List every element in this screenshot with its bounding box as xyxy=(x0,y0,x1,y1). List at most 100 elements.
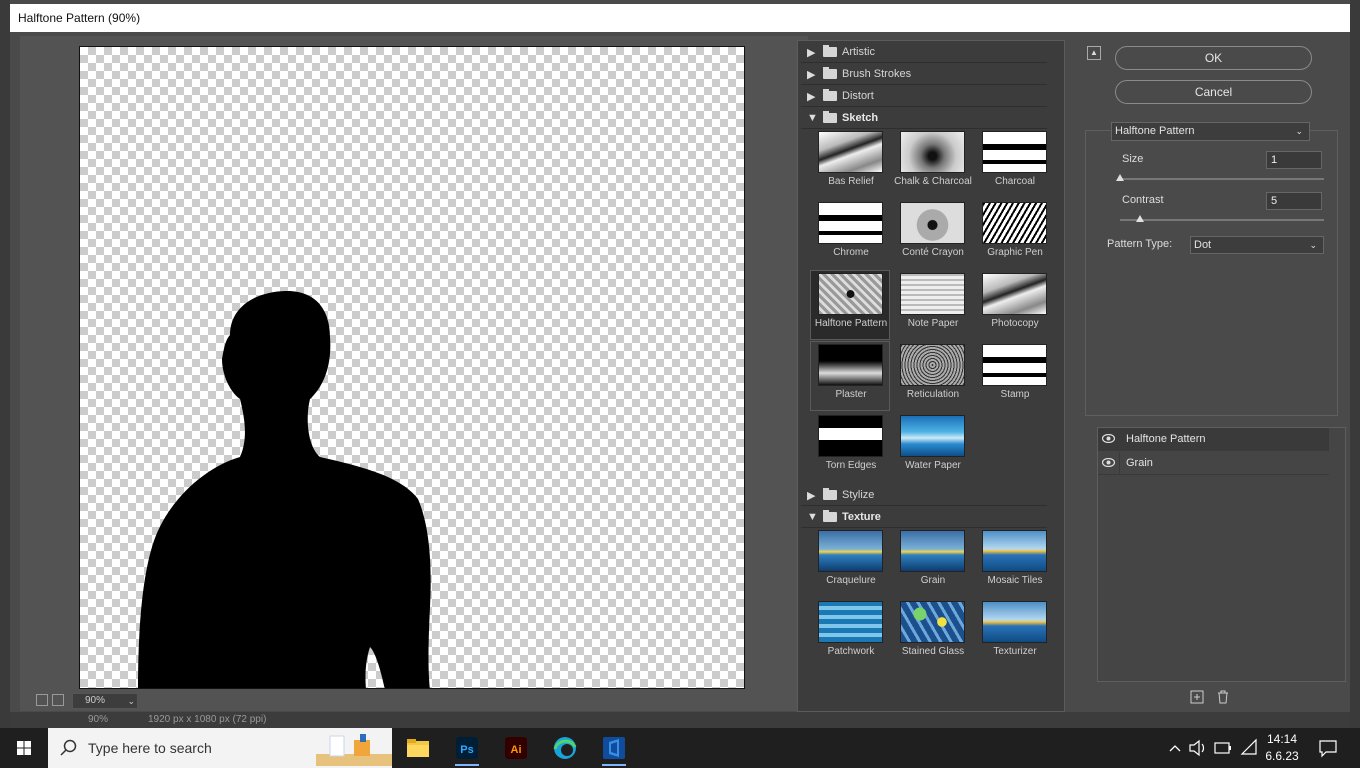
filter-bas-relief[interactable]: Bas Relief xyxy=(811,129,891,199)
zoom-select[interactable]: 90% ⌄ xyxy=(72,693,138,709)
filter-caption: Texturizer xyxy=(993,646,1037,657)
filter-thumbnail xyxy=(982,273,1047,315)
filter-thumbnail xyxy=(982,530,1047,572)
windows-start-button[interactable] xyxy=(0,728,48,768)
filter-thumbnail xyxy=(900,131,965,173)
svg-text:Ai: Ai xyxy=(511,744,522,756)
filter-thumbnail xyxy=(818,601,883,643)
filter-stained-glass[interactable]: Stained Glass xyxy=(893,599,973,669)
filter-craquelure[interactable]: Craquelure xyxy=(811,528,891,598)
category-brush-strokes[interactable]: ▶ Brush Strokes xyxy=(801,64,1047,85)
filter-caption: Reticulation xyxy=(906,389,960,400)
filter-mosaic-tiles[interactable]: Mosaic Tiles xyxy=(975,528,1055,598)
effect-layer-name: Grain xyxy=(1126,457,1153,469)
filter-caption: Grain xyxy=(920,575,946,586)
filter-photocopy[interactable]: Photocopy xyxy=(975,271,1055,341)
filter-caption: Patchwork xyxy=(827,646,875,657)
size-input[interactable]: 1 xyxy=(1266,151,1322,169)
collapse-gallery-button[interactable]: ▲ xyxy=(1087,46,1101,60)
filter-caption: Stained Glass xyxy=(901,646,965,657)
svg-text:Ps: Ps xyxy=(460,744,473,756)
category-artistic[interactable]: ▶ Artistic xyxy=(801,42,1047,63)
edge-browser-icon[interactable] xyxy=(545,732,585,764)
blue-app-icon[interactable] xyxy=(594,732,634,766)
category-sketch[interactable]: ▼ Sketch xyxy=(801,108,1047,129)
filter-conte-crayon[interactable]: Conté Crayon xyxy=(893,200,973,270)
category-texture[interactable]: ▼ Texture xyxy=(801,507,1047,528)
filter-charcoal[interactable]: Charcoal xyxy=(975,129,1055,199)
filter-thumbnail xyxy=(900,601,965,643)
collapse-triangle-icon: ▼ xyxy=(807,112,818,124)
clock-date: 6.6.23 xyxy=(1265,749,1299,763)
trash-icon[interactable] xyxy=(1216,690,1230,704)
filter-chrome[interactable]: Chrome xyxy=(811,200,891,270)
filter-water-paper[interactable]: Water Paper xyxy=(893,413,973,483)
new-effect-layer-icon[interactable] xyxy=(1190,690,1204,704)
filter-select-value: Halftone Pattern xyxy=(1115,125,1195,137)
expand-triangle-icon: ▶ xyxy=(807,47,816,59)
filter-thumbnail xyxy=(818,415,883,457)
taskbar-clock[interactable]: 14:14 6.6.23 xyxy=(1258,731,1306,765)
filter-caption: Charcoal xyxy=(994,176,1036,187)
pattern-type-select[interactable]: Dot ⌄ xyxy=(1190,236,1324,254)
filter-caption: Graphic Pen xyxy=(987,247,1043,258)
filter-caption: Note Paper xyxy=(907,318,959,329)
contrast-input[interactable]: 5 xyxy=(1266,192,1322,210)
filter-thumbnail xyxy=(818,131,883,173)
preview-canvas[interactable] xyxy=(79,46,745,689)
contrast-slider-track[interactable] xyxy=(1120,219,1324,221)
filter-thumbnail xyxy=(900,344,965,386)
category-label: Stylize xyxy=(842,489,875,501)
filter-select[interactable]: Halftone Pattern ⌄ xyxy=(1111,122,1310,141)
contrast-slider-thumb[interactable] xyxy=(1136,215,1145,222)
size-slider-thumb[interactable] xyxy=(1116,174,1124,181)
notifications-icon[interactable] xyxy=(1317,728,1339,768)
filter-thumbnail xyxy=(818,530,883,572)
category-distort[interactable]: ▶ Distort xyxy=(801,86,1047,107)
ok-button[interactable]: OK xyxy=(1115,46,1312,70)
filter-reticulation[interactable]: Reticulation xyxy=(893,342,973,412)
filter-stamp[interactable]: Stamp xyxy=(975,342,1055,412)
filter-patchwork[interactable]: Patchwork xyxy=(811,599,891,669)
filter-thumbnail xyxy=(818,202,883,244)
photoshop-icon[interactable]: Ps xyxy=(447,732,487,766)
file-explorer-icon[interactable] xyxy=(398,732,438,764)
filter-caption: Craquelure xyxy=(826,575,876,586)
person-silhouette xyxy=(138,290,431,688)
status-zoom: 90% xyxy=(88,714,109,725)
search-placeholder: Type here to search xyxy=(88,740,212,756)
illustrator-icon[interactable]: Ai xyxy=(496,732,536,764)
taskbar-search[interactable]: Type here to search xyxy=(48,728,392,768)
show-hidden-icons-icon[interactable] xyxy=(1168,728,1182,768)
effect-layer-grain[interactable]: Grain xyxy=(1098,452,1329,475)
filter-thumbnail xyxy=(982,131,1047,173)
category-label: Brush Strokes xyxy=(842,68,912,80)
eye-icon[interactable] xyxy=(1098,428,1120,450)
filter-thumbnail xyxy=(900,273,965,315)
effect-layer-halftone[interactable]: Halftone Pattern xyxy=(1098,428,1329,451)
background-status-bar: 90% 1920 px x 1080 px (72 ppi) xyxy=(10,712,1350,728)
eye-icon[interactable] xyxy=(1098,452,1120,474)
filter-texturizer[interactable]: Texturizer xyxy=(975,599,1055,669)
size-slider-track[interactable] xyxy=(1120,178,1324,180)
filter-caption: Plaster xyxy=(835,389,867,400)
fit-view-button[interactable] xyxy=(36,694,48,706)
filter-halftone-pattern[interactable]: Halftone Pattern xyxy=(810,270,890,340)
filter-chalk-charcoal[interactable]: Chalk & Charcoal xyxy=(893,129,973,199)
filter-note-paper[interactable]: Note Paper xyxy=(893,271,973,341)
folder-icon xyxy=(823,488,837,500)
filter-torn-edges[interactable]: Torn Edges xyxy=(811,413,891,483)
volume-icon[interactable] xyxy=(1188,728,1208,768)
wifi-icon[interactable] xyxy=(1239,728,1259,768)
category-stylize[interactable]: ▶ Stylize xyxy=(801,485,1047,506)
cancel-button[interactable]: Cancel xyxy=(1115,80,1312,104)
zoom-toggle-button[interactable] xyxy=(52,694,64,706)
filter-thumbnail xyxy=(818,273,883,315)
expand-triangle-icon: ▶ xyxy=(807,91,816,103)
filter-grain[interactable]: Grain xyxy=(893,528,973,598)
filter-graphic-pen[interactable]: Graphic Pen xyxy=(975,200,1055,270)
battery-icon[interactable] xyxy=(1213,728,1233,768)
filter-thumbnail xyxy=(818,344,883,386)
windows-logo-icon xyxy=(17,741,31,755)
filter-plaster[interactable]: Plaster xyxy=(810,341,890,411)
